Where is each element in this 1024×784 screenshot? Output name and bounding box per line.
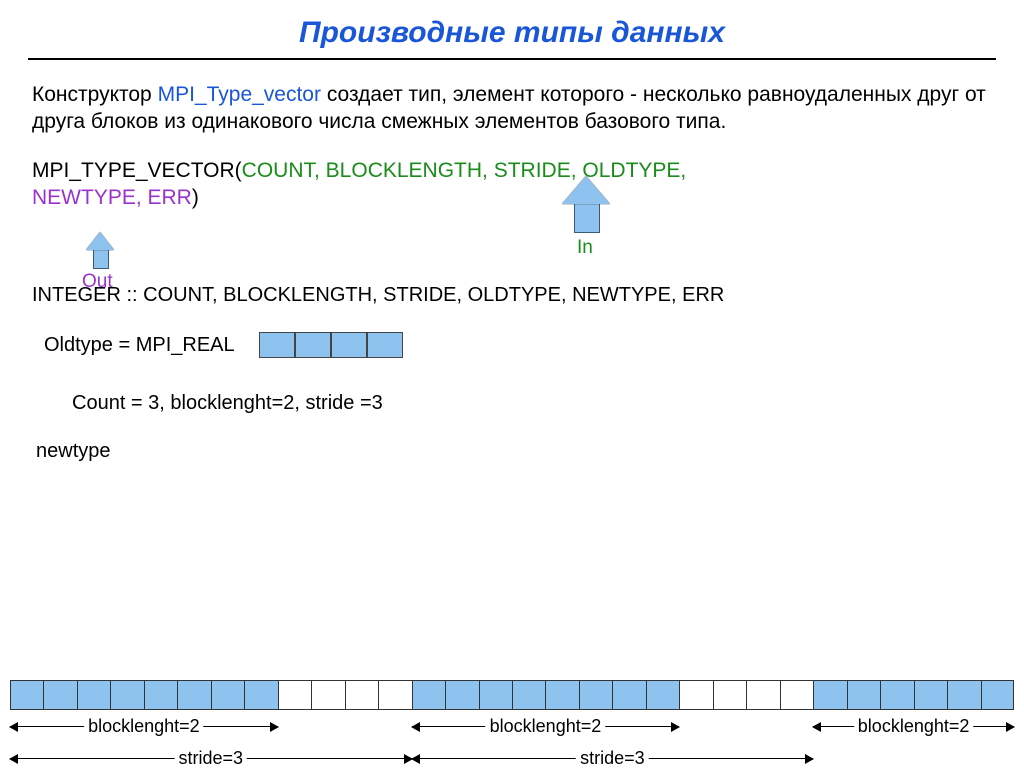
- gap-cell: [713, 680, 746, 710]
- params-line: Count = 3, blocklenght=2, stride =3: [72, 390, 992, 416]
- oldtype-cell: [259, 332, 295, 358]
- data-cell: [110, 680, 143, 710]
- data-cell: [10, 680, 43, 710]
- sig-args-out: NEWTYPE, ERR: [32, 186, 192, 209]
- in-label: In: [577, 236, 593, 261]
- data-cell: [412, 680, 445, 710]
- data-cell: [847, 680, 880, 710]
- gap-cell: [345, 680, 378, 710]
- gap-cell: [679, 680, 712, 710]
- data-cell: [512, 680, 545, 710]
- gap-cell: [780, 680, 813, 710]
- data-cell: [646, 680, 679, 710]
- blocklength-label: blocklenght=2: [854, 716, 974, 737]
- oldtype-cell: [331, 332, 367, 358]
- gap-cell: [378, 680, 411, 710]
- oldtype-cell: [367, 332, 403, 358]
- data-cell: [244, 680, 277, 710]
- blocklength-label: blocklenght=2: [486, 716, 606, 737]
- oldtype-row: Oldtype = MPI_REAL: [44, 332, 992, 358]
- intro-paragraph: Конструктор MPI_Type_vector создает тип,…: [32, 81, 992, 136]
- data-cell: [211, 680, 244, 710]
- intro-prefix: Конструктор: [32, 83, 158, 106]
- out-label: Out: [82, 270, 113, 295]
- data-cell: [947, 680, 980, 710]
- data-cell: [612, 680, 645, 710]
- stride-label: stride=3: [576, 748, 649, 769]
- oldtype-blocks: [259, 332, 403, 358]
- memory-strip: [0, 680, 1024, 710]
- data-cell: [479, 680, 512, 710]
- data-cell: [914, 680, 947, 710]
- data-cell: [43, 680, 76, 710]
- gap-cell: [746, 680, 779, 710]
- data-cell: [545, 680, 578, 710]
- data-cell: [813, 680, 846, 710]
- sig-name: MPI_TYPE_VECTOR: [32, 159, 235, 182]
- sig-open: (: [235, 159, 242, 182]
- data-cell: [445, 680, 478, 710]
- content-area: Конструктор MPI_Type_vector создает тип,…: [32, 81, 992, 464]
- arrow-up-out-icon: [88, 232, 112, 269]
- oldtype-cell: [295, 332, 331, 358]
- slide-title: Производные типы данных: [0, 16, 1024, 50]
- data-cell: [177, 680, 210, 710]
- gap-cell: [311, 680, 344, 710]
- sig-args-in: COUNT, BLOCKLENGTH, STRIDE, OLDTYPE,: [242, 159, 687, 182]
- func-name: MPI_Type_vector: [158, 83, 321, 106]
- sig-close: ): [192, 186, 199, 209]
- blocklength-labels-row: blocklenght=2 blocklenght=2 blocklenght=2: [10, 714, 1014, 744]
- blocklength-label: blocklenght=2: [84, 716, 204, 737]
- oldtype-text: Oldtype = MPI_REAL: [44, 332, 235, 358]
- data-cell: [144, 680, 177, 710]
- data-cell: [579, 680, 612, 710]
- signature-line: MPI_TYPE_VECTOR(COUNT, BLOCKLENGTH, STRI…: [32, 157, 992, 212]
- gap-cell: [278, 680, 311, 710]
- stride-label: stride=3: [175, 748, 248, 769]
- divider: [28, 58, 996, 60]
- newtype-label: newtype: [36, 438, 992, 464]
- stride-labels-row: stride=3 stride=3: [10, 746, 1014, 776]
- data-cell: [880, 680, 913, 710]
- data-cell: [981, 680, 1014, 710]
- data-cell: [77, 680, 110, 710]
- arrow-up-in-icon: [572, 176, 596, 233]
